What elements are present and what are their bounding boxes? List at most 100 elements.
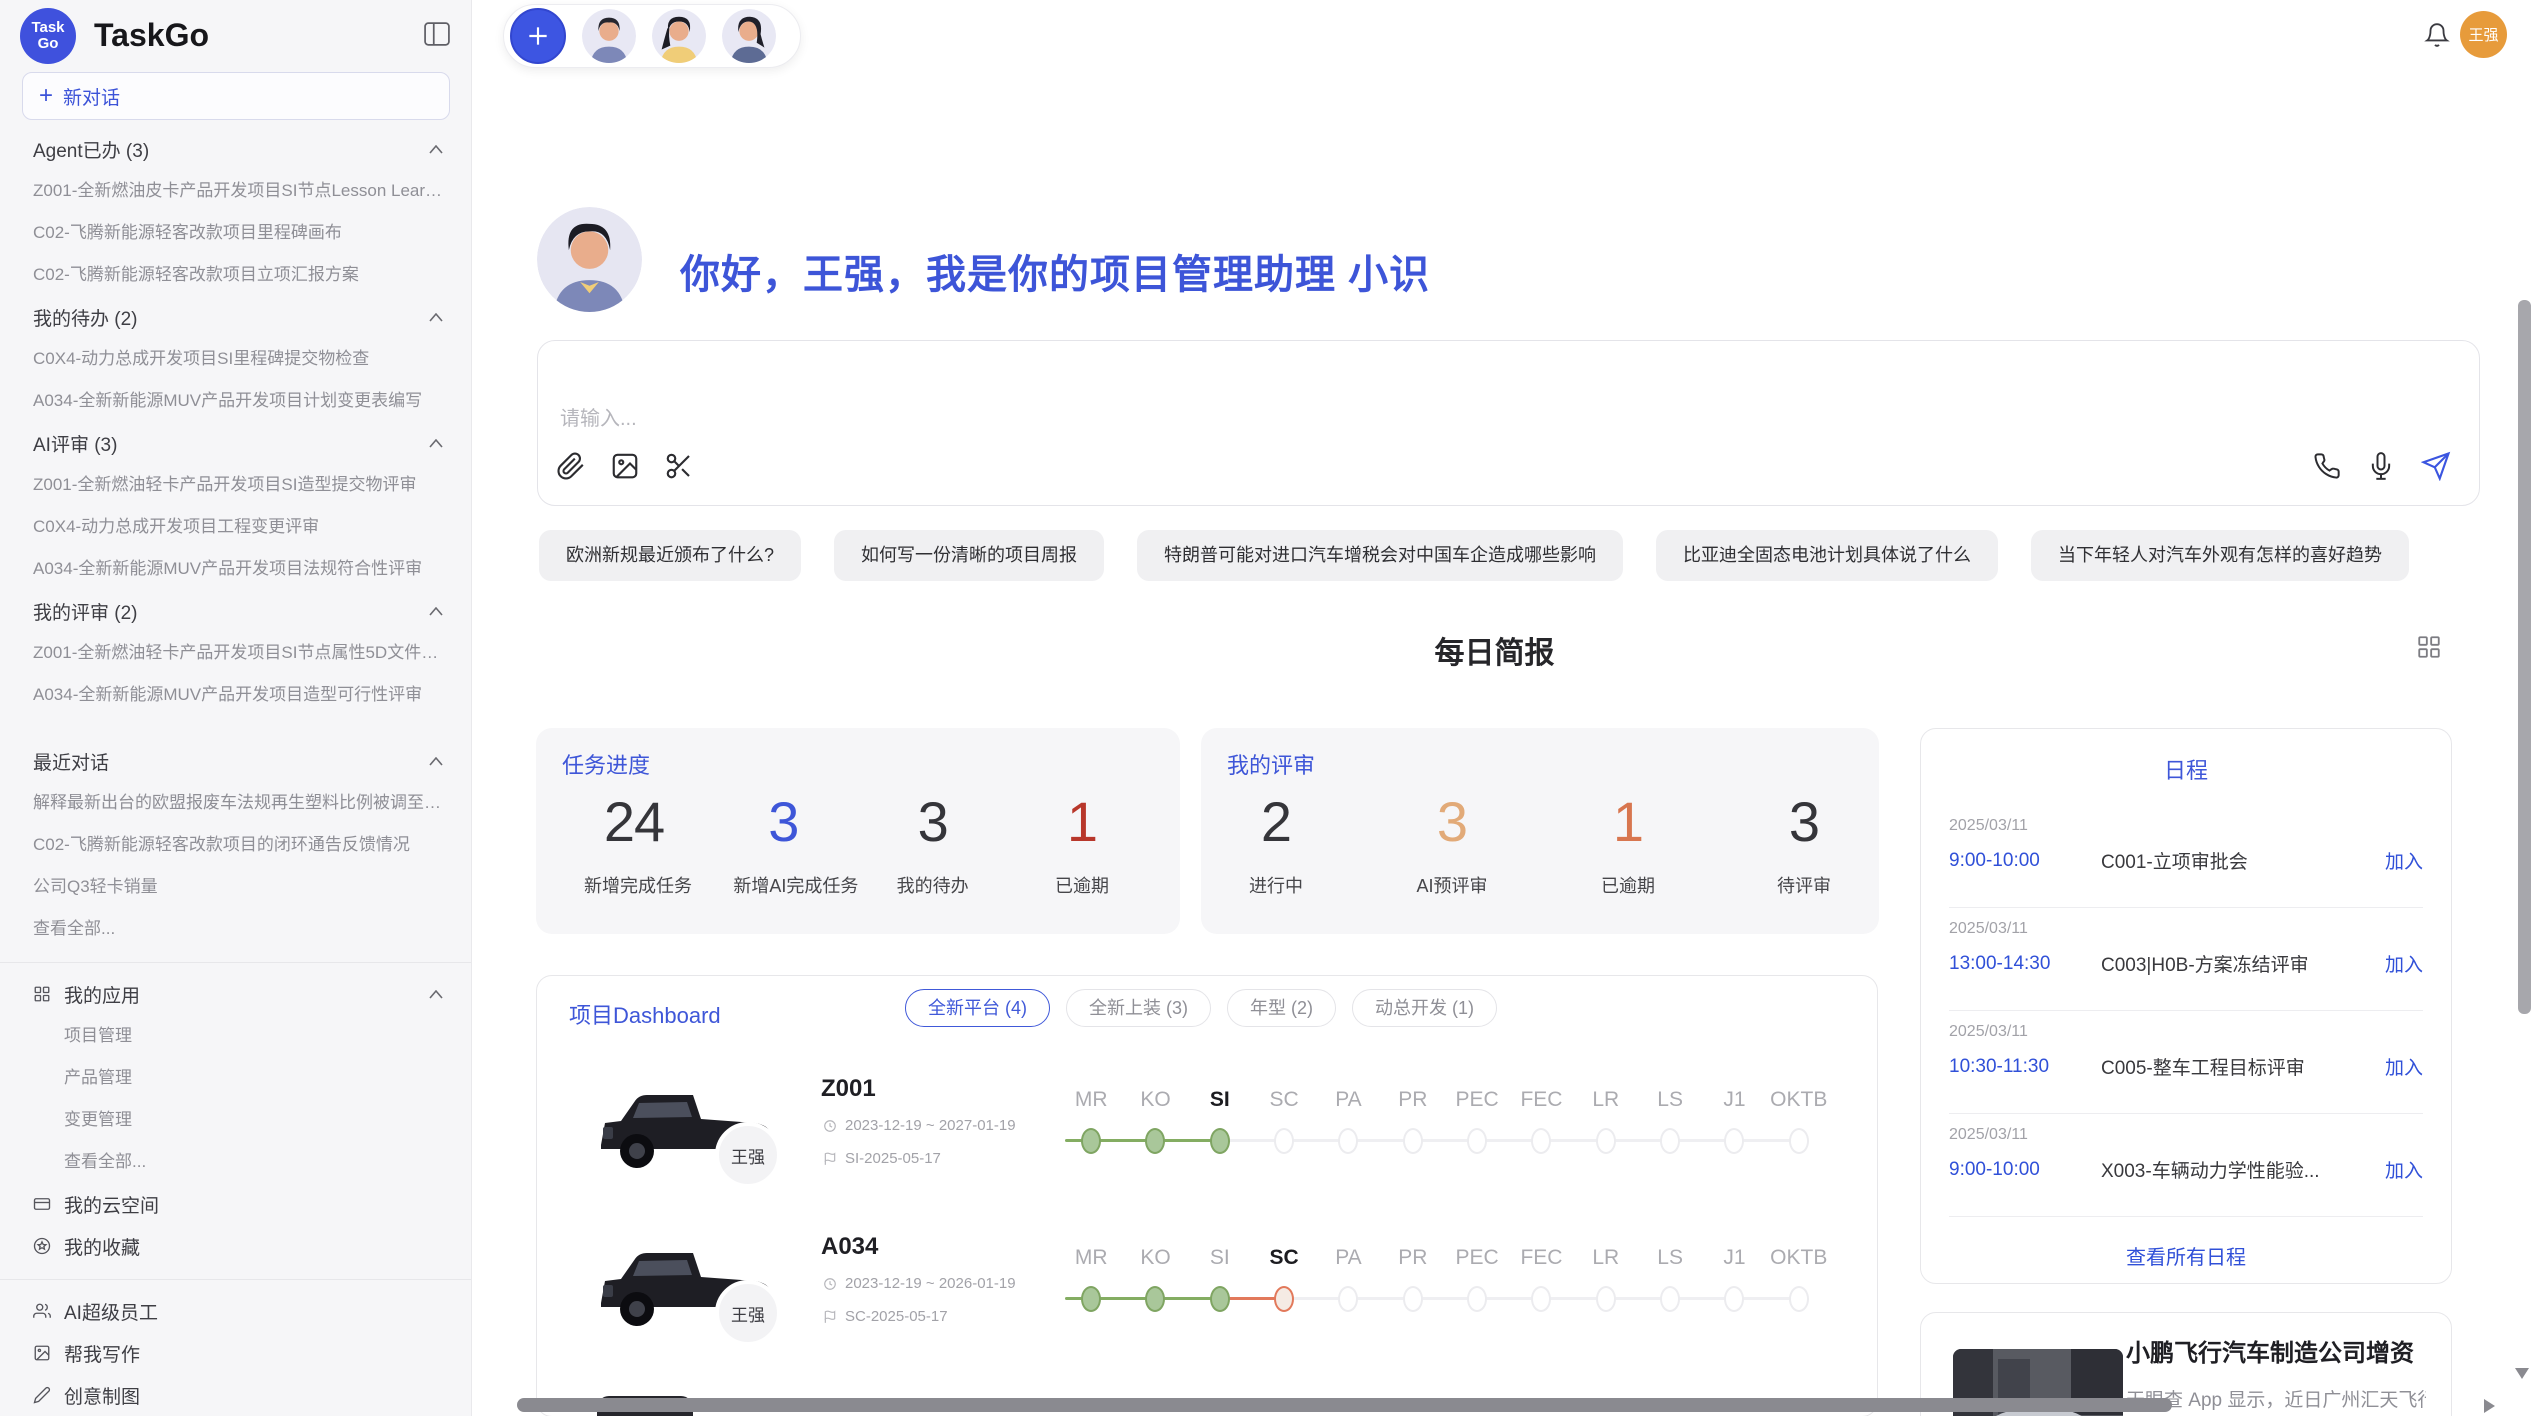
section-my-review[interactable]: 我的评审 (2) <box>0 590 471 632</box>
scroll-right-arrow[interactable] <box>2484 1399 2495 1413</box>
list-item[interactable]: C02-飞腾新能源轻客改款项目立项汇报方案 <box>0 254 471 296</box>
stat-value: 3 <box>883 792 983 852</box>
milestone-dot-done[interactable] <box>1145 1128 1165 1154</box>
join-button[interactable]: 加入 <box>2385 847 2423 874</box>
app-item-product[interactable]: 产品管理 <box>0 1057 471 1099</box>
list-item[interactable]: A034-全新新能源MUV产品开发项目造型可行性评审 <box>0 674 471 716</box>
list-item[interactable]: C02-飞腾新能源轻客改款项目里程碑画布 <box>0 212 471 254</box>
my-favorites[interactable]: 我的收藏 <box>0 1225 471 1267</box>
list-item[interactable]: A034-全新新能源MUV产品开发项目法规符合性评审 <box>0 548 471 590</box>
list-item[interactable]: Z001-全新燃油轻卡产品开发项目SI节点属性5D文件评审 <box>0 632 471 674</box>
schedule-title: 日程 <box>1921 753 2451 785</box>
milestone-dot[interactable] <box>1596 1128 1616 1154</box>
list-item[interactable]: 公司Q3轻卡销量 <box>0 866 471 908</box>
tab-new-platform[interactable]: 全新平台 (4) <box>905 989 1050 1027</box>
logo-line1: Task <box>31 20 64 36</box>
milestone-dot-done[interactable] <box>1081 1286 1101 1312</box>
milestone-dot[interactable] <box>1531 1128 1551 1154</box>
view-all-recent[interactable]: 查看全部... <box>0 908 471 950</box>
list-item[interactable]: Z001-全新燃油轻卡产品开发项目SI造型提交物评审 <box>0 464 471 506</box>
new-chat-button[interactable]: + 新对话 <box>22 72 450 120</box>
logo-line2: Go <box>38 36 59 52</box>
chat-input[interactable] <box>558 407 1462 432</box>
my-apps-header[interactable]: 我的应用 <box>0 973 471 1015</box>
layout-grid-icon[interactable] <box>2416 634 2442 660</box>
chevron-up-icon <box>429 757 443 766</box>
notification-bell-icon[interactable] <box>2424 22 2450 48</box>
send-icon[interactable] <box>2421 451 2451 481</box>
tool-ai-super-staff[interactable]: AI超级员工 <box>0 1290 471 1332</box>
milestone-dot-done[interactable] <box>1081 1128 1101 1154</box>
add-agent-button[interactable] <box>510 8 566 64</box>
avatar[interactable] <box>652 9 706 63</box>
suggestion-chip[interactable]: 比亚迪全固态电池计划具体说了什么 <box>1656 530 1998 581</box>
attachment-icon[interactable] <box>556 451 586 481</box>
screenshot-scissors-icon[interactable] <box>664 451 694 481</box>
section-recent-chats[interactable]: 最近对话 <box>0 740 471 782</box>
milestone-dot[interactable] <box>1789 1128 1809 1154</box>
milestone-dot[interactable] <box>1660 1128 1680 1154</box>
milestone-dot[interactable] <box>1660 1286 1680 1312</box>
my-cloud-space[interactable]: 我的云空间 <box>0 1183 471 1225</box>
chevron-up-icon <box>429 439 443 448</box>
list-item[interactable]: C0X4-动力总成开发项目工程变更评审 <box>0 506 471 548</box>
tab-new-body[interactable]: 全新上装 (3) <box>1066 989 1211 1027</box>
milestone-dot[interactable] <box>1724 1286 1744 1312</box>
image-icon <box>33 1344 51 1362</box>
user-avatar[interactable]: 王强 <box>2460 11 2507 58</box>
section-agent-done[interactable]: Agent已办 (3) <box>0 128 471 170</box>
divider <box>0 962 471 963</box>
app-item-change[interactable]: 变更管理 <box>0 1099 471 1141</box>
milestone-dot-done[interactable] <box>1145 1286 1165 1312</box>
milestone-dot[interactable] <box>1596 1286 1616 1312</box>
app-item-project[interactable]: 项目管理 <box>0 1015 471 1057</box>
suggestion-chip[interactable]: 当下年轻人对汽车外观有怎样的喜好趋势 <box>2031 530 2409 581</box>
milestone-dot[interactable] <box>1338 1128 1358 1154</box>
avatar[interactable] <box>722 9 776 63</box>
collapse-sidebar-icon[interactable] <box>424 22 450 46</box>
view-all-schedule[interactable]: 查看所有日程 <box>1921 1241 2451 1270</box>
list-item[interactable]: Z001-全新燃油皮卡产品开发项目SI节点Lesson Learn报告 <box>0 170 471 212</box>
image-upload-icon[interactable] <box>610 451 640 481</box>
scroll-down-arrow[interactable] <box>2515 1368 2529 1379</box>
milestone-dot-done[interactable] <box>1210 1128 1230 1154</box>
milestone-dot[interactable] <box>1467 1128 1487 1154</box>
tool-help-write[interactable]: 帮我写作 <box>0 1332 471 1374</box>
milestone-dot[interactable] <box>1531 1286 1551 1312</box>
view-all-apps[interactable]: 查看全部... <box>0 1141 471 1183</box>
event-name: X003-车辆动力学性能验... <box>2101 1156 2375 1183</box>
section-my-todo[interactable]: 我的待办 (2) <box>0 296 471 338</box>
app-title: TaskGo <box>94 17 209 54</box>
milestone-dot-done[interactable] <box>1210 1286 1230 1312</box>
tool-label: AI超级员工 <box>64 1298 158 1325</box>
stat-label: 我的待办 <box>883 872 983 898</box>
join-button[interactable]: 加入 <box>2385 1053 2423 1080</box>
list-item[interactable]: A034-全新新能源MUV产品开发项目计划变更表编写 <box>0 380 471 422</box>
section-ai-review[interactable]: AI评审 (3) <box>0 422 471 464</box>
horizontal-scrollbar-thumb[interactable] <box>517 1398 2172 1412</box>
tab-model-year[interactable]: 年型 (2) <box>1227 989 1336 1027</box>
milestone-dot[interactable] <box>1338 1286 1358 1312</box>
milestone-dot[interactable] <box>1467 1286 1487 1312</box>
suggestion-chip[interactable]: 特朗普可能对进口汽车增税会对中国车企造成哪些影响 <box>1137 530 1623 581</box>
milestone-dot[interactable] <box>1724 1128 1744 1154</box>
milestone-dot[interactable] <box>1789 1286 1809 1312</box>
stat-label: 新增完成任务 <box>584 872 684 898</box>
milestone-dot[interactable] <box>1403 1286 1423 1312</box>
milestone-dot-overdue[interactable] <box>1274 1286 1294 1312</box>
avatar[interactable] <box>582 9 636 63</box>
microphone-icon[interactable] <box>2367 452 2395 480</box>
milestone-dot[interactable] <box>1403 1128 1423 1154</box>
vertical-scrollbar-thumb[interactable] <box>2518 300 2531 1014</box>
suggestion-chip[interactable]: 欧洲新规最近颁布了什么? <box>539 530 801 581</box>
list-item[interactable]: C02-飞腾新能源轻客改款项目的闭环通告反馈情况 <box>0 824 471 866</box>
list-item[interactable]: 解释最新出台的欧盟报废车法规再生塑料比例被调至15%... <box>0 782 471 824</box>
list-item[interactable]: C0X4-动力总成开发项目SI里程碑提交物检查 <box>0 338 471 380</box>
tool-creative-draw[interactable]: 创意制图 <box>0 1374 471 1416</box>
join-button[interactable]: 加入 <box>2385 1156 2423 1183</box>
suggestion-chip[interactable]: 如何写一份清晰的项目周报 <box>834 530 1104 581</box>
milestone-dot[interactable] <box>1274 1128 1294 1154</box>
phone-call-icon[interactable] <box>2313 452 2341 480</box>
join-button[interactable]: 加入 <box>2385 950 2423 977</box>
tab-powertrain[interactable]: 动总开发 (1) <box>1352 989 1497 1027</box>
